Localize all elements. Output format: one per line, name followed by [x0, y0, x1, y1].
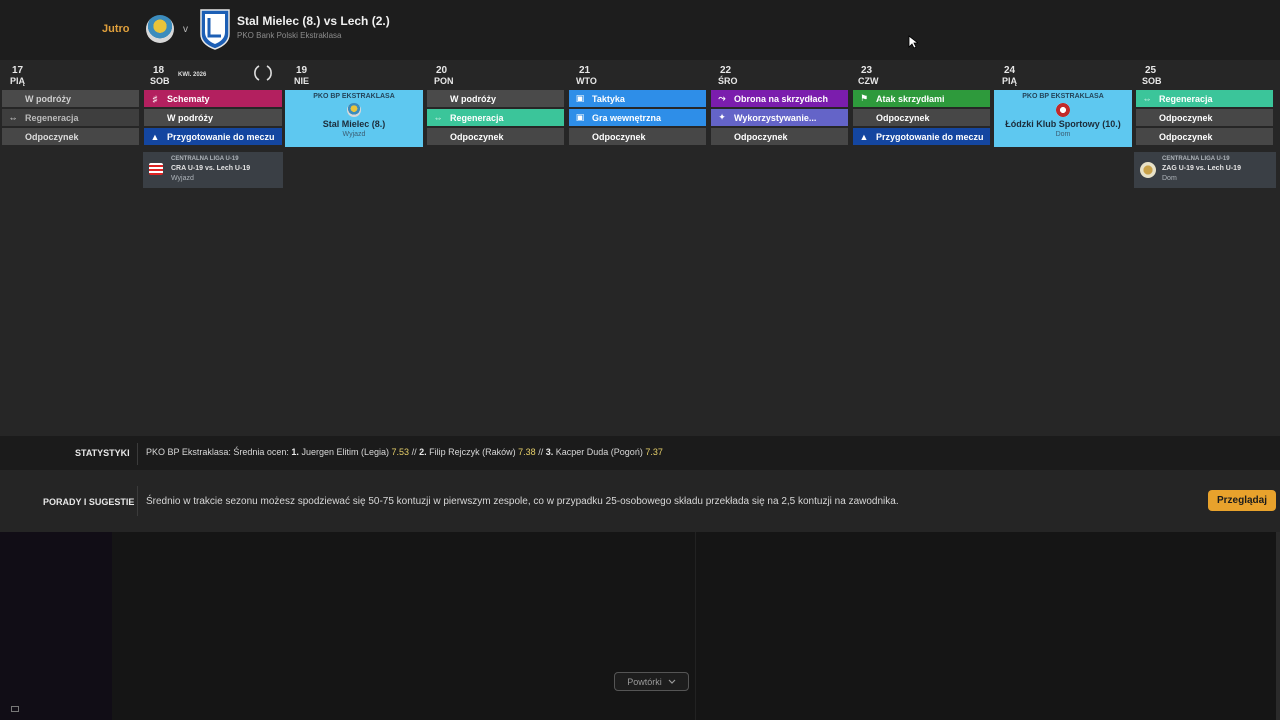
tips-bar: PORADY I SUGESTIE Średnio w trakcie sezo… [0, 470, 1280, 532]
divider [137, 486, 138, 516]
training-calendar: 17 PIĄ 18 SOB KWI. 2026 19 NIE 20 PON 21… [0, 60, 1280, 436]
training-slot[interactable]: W podróży [144, 109, 282, 126]
schemes-icon: ♯ [152, 93, 158, 104]
match-card[interactable]: PKO BP EKSTRAKLASA Stal Mielec (8.) Wyja… [285, 90, 423, 147]
regeneration-icon: ⇔ [8, 112, 18, 123]
player-run-icon: ✦ [718, 112, 726, 122]
cracovia-crest-icon [149, 163, 163, 175]
match-card[interactable]: PKO BP EKSTRAKLASA Łódzki Klub Sportowy … [994, 90, 1132, 147]
tips-text: Średnio w trakcie sezonu możesz spodziew… [146, 496, 899, 507]
stats-label: STATYSTYKI [75, 448, 130, 458]
training-slot[interactable]: ⇔ Regeneracja [427, 109, 564, 126]
training-slot[interactable]: ▣ Gra wewnętrzna [569, 109, 706, 126]
divider [137, 443, 138, 465]
training-slot[interactable]: ▲ Przygotowanie do meczu [144, 128, 282, 145]
youth-competition: CENTRALNA LIGA U-19 [171, 156, 239, 162]
training-slot[interactable]: ⇔ Regeneracja [2, 109, 139, 126]
match-competition: PKO BP EKSTRAKLASA [1022, 93, 1104, 100]
training-slot[interactable]: ⇔ Regeneracja [1136, 90, 1273, 107]
divider [695, 532, 696, 720]
training-slot[interactable]: ▣ Taktyka [569, 90, 706, 107]
zaglebie-crest-icon [1140, 162, 1156, 178]
browse-button[interactable]: Przeglądaj [1208, 490, 1276, 511]
youth-venue: Dom [1162, 175, 1177, 182]
stats-bar: STATYSTYKI PKO BP Ekstraklasa: Średnia o… [0, 436, 1280, 470]
window-icon[interactable] [11, 706, 19, 712]
youth-venue: Wyjazd [171, 175, 194, 182]
training-slot[interactable]: ♯ Schematy [144, 90, 282, 107]
training-slot[interactable]: Odpoczynek [2, 128, 139, 145]
versus-label: v [183, 24, 188, 35]
day-header-21: 21 WTO [576, 65, 597, 87]
refresh-icon[interactable] [253, 64, 273, 82]
youth-fixture-card[interactable]: CENTRALNA LIGA U-19 ZAG U-19 vs. Lech U-… [1134, 152, 1276, 188]
player-run-icon: ⚑ [859, 93, 869, 103]
stal-mielec-crest-icon [347, 103, 361, 117]
regeneration-icon: ⇔ [1142, 93, 1152, 104]
match-practice-icon: ▣ [575, 112, 585, 122]
match-competition: PKO BP EKSTRAKLASA [313, 93, 395, 100]
tactics-icon: ▣ [575, 93, 585, 103]
training-slot[interactable]: Odpoczynek [1136, 128, 1273, 145]
day-header-20: 20 PON [434, 65, 454, 87]
replays-dropdown[interactable]: Powtórki [614, 672, 689, 691]
youth-fixture-card[interactable]: CENTRALNA LIGA U-19 CRA U-19 vs. Lech U-… [143, 152, 283, 188]
next-match-header[interactable]: Jutro v Stal Mielec (8.) vs Lech (2.) PK… [0, 0, 1280, 60]
day-header-25: 25 SOB [1142, 65, 1162, 87]
day-header-19: 19 NIE [294, 65, 310, 87]
training-slot[interactable]: Odpoczynek [853, 109, 990, 126]
bottom-panel: Powtórki [0, 532, 1280, 720]
side-panel [0, 532, 112, 720]
stats-ticker[interactable]: PKO BP Ekstraklasa: Średnia ocen: 1. Jue… [146, 447, 663, 457]
match-when: Jutro [102, 23, 130, 35]
match-venue: Wyjazd [342, 131, 366, 138]
youth-competition: CENTRALNA LIGA U-19 [1162, 156, 1230, 162]
day-header-18: 18 SOB [150, 65, 170, 87]
tips-label: PORADY I SUGESTIE [43, 497, 135, 507]
training-slot[interactable]: Odpoczynek [427, 128, 564, 145]
youth-match: ZAG U-19 vs. Lech U-19 [1162, 165, 1241, 172]
lech-crest-icon [200, 9, 230, 50]
stal-mielec-crest-icon [146, 15, 174, 43]
scrollbar[interactable] [1276, 532, 1280, 720]
month-label: KWI. 2026 [178, 72, 207, 78]
training-slot[interactable]: W podróży [427, 90, 564, 107]
match-prep-icon: ▲ [150, 131, 160, 142]
training-slot[interactable]: Odpoczynek [711, 128, 848, 145]
match-opponent: Stal Mielec (8.) [322, 119, 386, 129]
training-slot[interactable]: ⚑ Atak skrzydłami [853, 90, 990, 107]
regeneration-icon: ⇔ [433, 112, 443, 123]
day-header-22: 22 ŚRO [718, 65, 738, 87]
match-opponent: Łódzki Klub Sportowy (10.) [1005, 119, 1121, 129]
day-header-17: 17 PIĄ [10, 65, 26, 87]
training-slot[interactable]: ✦ Wykorzystywanie... [711, 109, 848, 126]
day-header-23: 23 CZW [858, 65, 879, 87]
youth-match: CRA U-19 vs. Lech U-19 [171, 165, 251, 172]
training-slot[interactable]: W podróży [2, 90, 139, 107]
mouse-cursor-icon [908, 35, 918, 49]
training-slot[interactable]: Odpoczynek [1136, 109, 1273, 126]
day-header-24: 24 PIĄ [1002, 65, 1018, 87]
match-venue: Dom [1055, 131, 1071, 138]
defending-wide-icon: ⤳ [718, 93, 726, 103]
training-slot[interactable]: Odpoczynek [569, 128, 706, 145]
chevron-down-icon [668, 679, 676, 684]
match-title: Stal Mielec (8.) vs Lech (2.) [237, 14, 390, 28]
league-name: PKO Bank Polski Ekstraklasa [237, 31, 342, 40]
lks-crest-icon [1056, 103, 1070, 117]
match-prep-icon: ▲ [859, 131, 869, 142]
training-slot[interactable]: ⤳ Obrona na skrzydłach [711, 90, 848, 107]
training-slot[interactable]: ▲ Przygotowanie do meczu [853, 128, 990, 145]
